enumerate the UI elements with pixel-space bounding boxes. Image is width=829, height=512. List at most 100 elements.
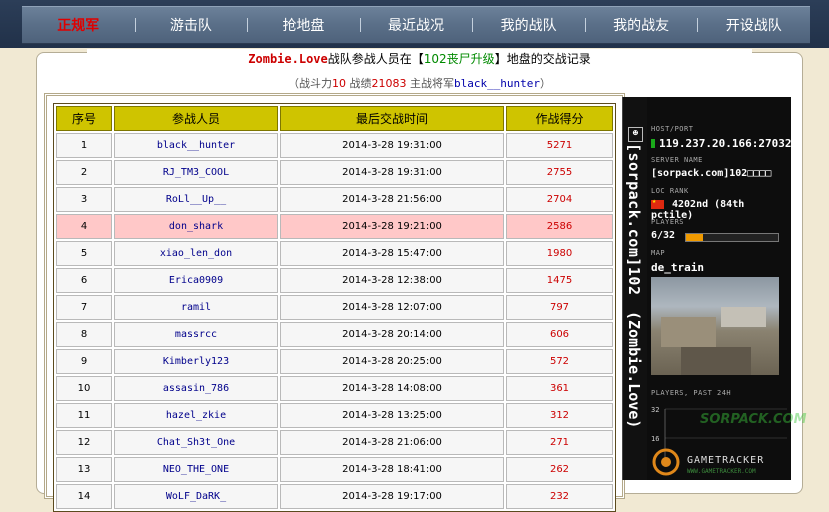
table-row: 7 ramil 2014-3-28 12:07:00 797 xyxy=(56,295,613,320)
last-battle-time: 2014-3-28 12:07:00 xyxy=(280,295,504,320)
team-stats: （战斗力10 战绩21083 主战将军black__hunter） xyxy=(37,75,802,91)
col-score: 作战得分 xyxy=(506,106,613,131)
participant-name[interactable]: Erica0909 xyxy=(114,268,278,293)
participant-name[interactable]: massrcc xyxy=(114,322,278,347)
last-battle-time: 2014-3-28 19:31:00 xyxy=(280,160,504,185)
participant-name[interactable]: assasin_786 xyxy=(114,376,278,401)
nav-item-create-team[interactable]: 开设战队 xyxy=(697,7,810,43)
gametracker-logo-icon xyxy=(652,448,680,476)
last-battle-time: 2014-3-28 19:31:00 xyxy=(280,133,504,158)
battle-score: 797 xyxy=(506,295,613,320)
participant-name[interactable]: RoLl__Up__ xyxy=(114,187,278,212)
row-number: 3 xyxy=(56,187,112,212)
last-battle-time: 2014-3-28 15:47:00 xyxy=(280,241,504,266)
row-number: 10 xyxy=(56,376,112,401)
table-row: 13 NEO_THE_ONE 2014-3-28 18:41:00 262 xyxy=(56,457,613,482)
participant-name[interactable]: WoLF_DaRK_ xyxy=(114,484,278,509)
page-title: Zombie.Love战队参战人员在【102丧尸升级】地盘的交战记录 xyxy=(87,49,752,69)
tracker-vertical-team: (Zombie.Love) xyxy=(625,311,643,429)
table-row: 11 hazel_zkie 2014-3-28 13:25:00 312 xyxy=(56,403,613,428)
battle-score: 312 xyxy=(506,403,613,428)
row-number: 9 xyxy=(56,349,112,374)
team-power: 10 xyxy=(331,77,346,90)
nav-item-grab-territory[interactable]: 抢地盘 xyxy=(247,7,360,43)
game-icon: ☻ xyxy=(628,127,643,142)
last-battle-time: 2014-3-28 20:25:00 xyxy=(280,349,504,374)
stats-general-label: 主战将军 xyxy=(406,77,454,90)
last-battle-time: 2014-3-28 19:21:00 xyxy=(280,214,504,239)
past-24h-label: PLAYERS, PAST 24H xyxy=(651,389,732,397)
participant-name[interactable]: don_shark xyxy=(114,214,278,239)
nav-item-recent-battles[interactable]: 最近战况 xyxy=(359,7,473,43)
battle-score: 1980 xyxy=(506,241,613,266)
table-row: 9 Kimberly123 2014-3-28 20:25:00 572 xyxy=(56,349,613,374)
table-row: 10 assasin_786 2014-3-28 14:08:00 361 xyxy=(56,376,613,401)
last-battle-time: 2014-3-28 21:06:00 xyxy=(280,430,504,455)
table-row: 14 WoLF_DaRK_ 2014-3-28 19:17:00 232 xyxy=(56,484,613,509)
team-name[interactable]: Zombie.Love xyxy=(248,52,327,66)
table-row: 12 Chat_Sh3t_One 2014-3-28 21:06:00 271 xyxy=(56,430,613,455)
players-bar-fill xyxy=(686,234,704,241)
nav-item-guerrilla[interactable]: 游击队 xyxy=(134,7,248,43)
server-name-label: SERVER NAME xyxy=(651,156,703,164)
map-building xyxy=(721,307,766,327)
participant-name[interactable]: Kimberly123 xyxy=(114,349,278,374)
map-building xyxy=(661,317,716,347)
participant-name[interactable]: RJ_TM3_COOL xyxy=(114,160,278,185)
host-label: HOST/PORT xyxy=(651,125,694,133)
nav-item-my-team[interactable]: 我的战队 xyxy=(472,7,585,43)
top-navigation: 正规军 游击队 抢地盘 最近战况 我的战队 我的战友 开设战队 xyxy=(0,0,829,48)
battle-score: 2755 xyxy=(506,160,613,185)
participant-name[interactable]: xiao_len_don xyxy=(114,241,278,266)
row-number: 12 xyxy=(56,430,112,455)
row-number: 4 xyxy=(56,214,112,239)
players-label: PLAYERS xyxy=(651,218,685,226)
table-row: 4 don_shark 2014-3-28 19:21:00 2586 xyxy=(56,214,613,239)
gametracker-url: WWW.GAMETRACKER.COM xyxy=(687,468,756,475)
chart-max-label: 32 xyxy=(651,406,659,414)
players-value: 6/32 xyxy=(651,230,676,241)
row-number: 2 xyxy=(56,160,112,185)
nav-item-my-comrades[interactable]: 我的战友 xyxy=(584,7,698,43)
row-number: 6 xyxy=(56,268,112,293)
title-text: 战队参战人员在【 xyxy=(327,52,424,66)
online-indicator xyxy=(651,139,655,148)
gametracker-logo[interactable]: GAMETRACKER WWW.GAMETRACKER.COM xyxy=(647,445,791,479)
nav-item-regular-army[interactable]: 正规军 xyxy=(22,7,135,43)
server-link[interactable]: 102丧尸升级 xyxy=(424,52,495,66)
table-row: 8 massrcc 2014-3-28 20:14:00 606 xyxy=(56,322,613,347)
stats-record-label: 战绩 xyxy=(345,77,372,90)
last-battle-time: 2014-3-28 21:56:00 xyxy=(280,187,504,212)
server-name-value: [sorpack.com]102□□□□ xyxy=(651,168,772,179)
row-number: 5 xyxy=(56,241,112,266)
row-number: 1 xyxy=(56,133,112,158)
participant-name[interactable]: Chat_Sh3t_One xyxy=(114,430,278,455)
stats-suffix: ） xyxy=(540,77,552,90)
team-record: 21083 xyxy=(371,77,407,90)
row-number: 11 xyxy=(56,403,112,428)
row-number: 8 xyxy=(56,322,112,347)
participant-name[interactable]: ramil xyxy=(114,295,278,320)
stats-prefix: （战斗力 xyxy=(287,77,332,90)
map-value: de_train xyxy=(651,261,704,274)
participant-name[interactable]: hazel_zkie xyxy=(114,403,278,428)
col-number: 序号 xyxy=(56,106,112,131)
map-thumbnail xyxy=(651,277,779,375)
last-battle-time: 2014-3-28 12:38:00 xyxy=(280,268,504,293)
team-general[interactable]: black__hunter xyxy=(454,77,540,90)
col-last-battle-time: 最后交战时间 xyxy=(280,106,504,131)
tracker-side-strip: ☻ [sorpack.com]102 (Zombie.Love) xyxy=(623,97,647,480)
tracker-vertical-server: [sorpack.com]102 xyxy=(625,143,643,296)
table-row: 6 Erica0909 2014-3-28 12:38:00 1475 xyxy=(56,268,613,293)
table-row: 1 black__hunter 2014-3-28 19:31:00 5271 xyxy=(56,133,613,158)
table-row: 5 xiao_len_don 2014-3-28 15:47:00 1980 xyxy=(56,241,613,266)
battle-record-frame: 序号 参战人员 最后交战时间 作战得分 1 black__hunter 2014-3… xyxy=(44,93,625,512)
participant-name[interactable]: black__hunter xyxy=(114,133,278,158)
participant-name[interactable]: NEO_THE_ONE xyxy=(114,457,278,482)
last-battle-time: 2014-3-28 18:41:00 xyxy=(280,457,504,482)
battle-record-table-wrap: 序号 参战人员 最后交战时间 作战得分 1 black__hunter 2014-3… xyxy=(53,103,616,512)
nav-bar: 正规军 游击队 抢地盘 最近战况 我的战队 我的战友 开设战队 xyxy=(22,6,810,44)
players-bar xyxy=(685,233,779,242)
battle-score: 572 xyxy=(506,349,613,374)
map-ground xyxy=(681,347,751,375)
